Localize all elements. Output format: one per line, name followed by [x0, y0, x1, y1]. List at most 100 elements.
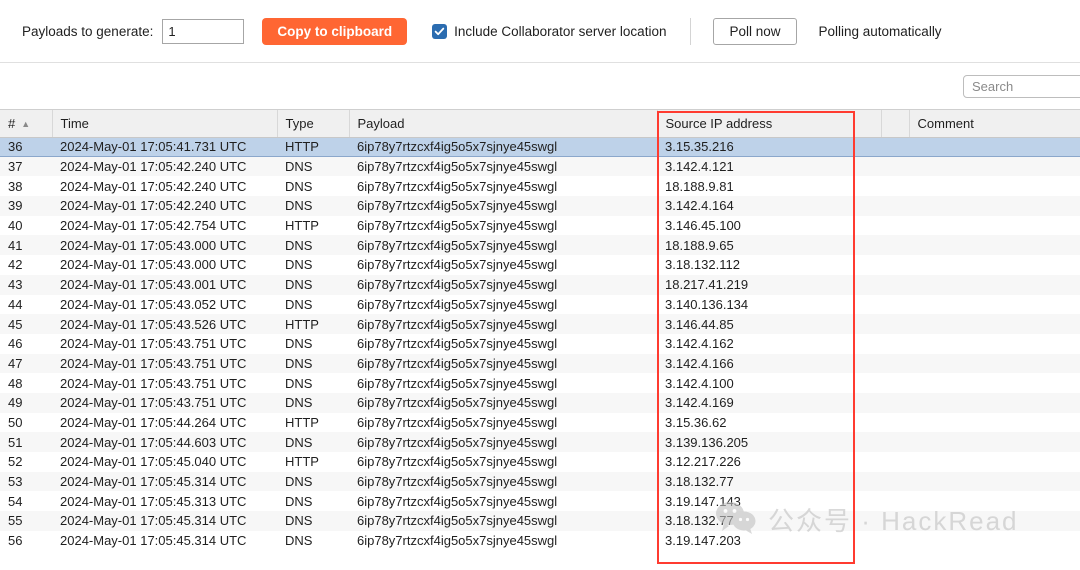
cell-payload: 6ip78y7rtzcxf4ig5o5x7sjnye45swgl — [349, 373, 657, 393]
cell-spacer — [881, 333, 909, 354]
table-row[interactable]: 53 2024-May-01 17:05:45.314 UTC DNS 6ip78y7… — [0, 471, 1080, 492]
cell-type: DNS — [277, 274, 349, 295]
column-header-payload[interactable]: Payload — [349, 110, 658, 138]
cell-num: 46 — [0, 333, 52, 354]
cell-time: 2024-May-01 17:05:44.264 UTC — [52, 412, 277, 433]
table-row[interactable]: 48 2024-May-01 17:05:43.751 UTC DNS 6ip78y7… — [0, 373, 1080, 393]
cell-spacer — [881, 176, 909, 197]
cell-num: 48 — [0, 373, 52, 393]
cell-spacer — [881, 511, 909, 531]
cell-comment — [909, 176, 1080, 197]
cell-num: 38 — [0, 176, 52, 197]
table-row[interactable]: 54 2024-May-01 17:05:45.313 UTC DNS 6ip78y7… — [0, 491, 1080, 512]
cell-comment — [909, 471, 1080, 492]
cell-payload: 6ip78y7rtzcxf4ig5o5x7sjnye45swgl — [349, 452, 657, 472]
cell-ip: 3.15.36.62 — [657, 412, 881, 433]
cell-num: 47 — [0, 353, 52, 374]
table-row[interactable]: 41 2024-May-01 17:05:43.000 UTC DNS 6ip78y7… — [0, 235, 1080, 256]
cell-time: 2024-May-01 17:05:45.040 UTC — [52, 452, 277, 472]
cell-type: HTTP — [277, 215, 349, 236]
cell-ip: 3.142.4.100 — [657, 373, 881, 393]
cell-payload: 6ip78y7rtzcxf4ig5o5x7sjnye45swgl — [349, 314, 657, 334]
cell-time: 2024-May-01 17:05:43.001 UTC — [52, 274, 277, 295]
cell-num: 44 — [0, 294, 52, 315]
cell-type: DNS — [277, 294, 349, 315]
payloads-to-generate-input[interactable] — [162, 18, 245, 44]
cell-payload: 6ip78y7rtzcxf4ig5o5x7sjnye45swgl — [349, 136, 657, 158]
column-header-source-ip[interactable]: Source IP address — [657, 110, 882, 138]
cell-type: HTTP — [277, 314, 349, 334]
table-row[interactable]: 44 2024-May-01 17:05:43.052 UTC DNS 6ip78y7… — [0, 294, 1080, 315]
cell-payload: 6ip78y7rtzcxf4ig5o5x7sjnye45swgl — [349, 392, 657, 413]
table-row[interactable]: 46 2024-May-01 17:05:43.751 UTC DNS 6ip78y7… — [0, 333, 1080, 354]
cell-type: DNS — [277, 333, 349, 354]
cell-type: DNS — [277, 353, 349, 374]
cell-spacer — [881, 196, 909, 216]
cell-comment — [909, 314, 1080, 334]
column-header-comment[interactable]: Comment — [909, 110, 1080, 138]
column-header-type[interactable]: Type — [277, 110, 350, 138]
cell-time: 2024-May-01 17:05:43.751 UTC — [52, 353, 277, 374]
cell-type: DNS — [277, 176, 349, 197]
cell-time: 2024-May-01 17:05:43.751 UTC — [52, 392, 277, 413]
table-row[interactable]: 39 2024-May-01 17:05:42.240 UTC DNS 6ip78y7… — [0, 196, 1080, 216]
cell-spacer — [881, 314, 909, 334]
table-row[interactable]: 56 2024-May-01 17:05:45.314 UTC DNS 6ip78y7… — [0, 530, 1080, 551]
cell-ip: 3.142.4.169 — [657, 392, 881, 413]
cell-payload: 6ip78y7rtzcxf4ig5o5x7sjnye45swgl — [349, 530, 657, 551]
search-input[interactable] — [963, 75, 1080, 98]
cell-payload: 6ip78y7rtzcxf4ig5o5x7sjnye45swgl — [349, 176, 657, 197]
table-row[interactable]: 55 2024-May-01 17:05:45.314 UTC DNS 6ip78y7… — [0, 511, 1080, 531]
cell-type: DNS — [277, 511, 349, 531]
cell-time: 2024-May-01 17:05:41.731 UTC — [52, 136, 277, 158]
cell-type: DNS — [277, 530, 349, 551]
cell-num: 51 — [0, 432, 52, 452]
cell-payload: 6ip78y7rtzcxf4ig5o5x7sjnye45swgl — [349, 274, 657, 295]
table-row[interactable]: 47 2024-May-01 17:05:43.751 UTC DNS 6ip78y7… — [0, 353, 1080, 374]
cell-ip: 3.142.4.121 — [657, 156, 881, 177]
column-header-num[interactable]: # ▲ — [0, 110, 53, 138]
include-collaborator-location-label: Include Collaborator server location — [454, 23, 667, 39]
table-row[interactable]: 40 2024-May-01 17:05:42.754 UTC HTTP 6ip78y… — [0, 215, 1080, 236]
table-row[interactable]: 38 2024-May-01 17:05:42.240 UTC DNS 6ip78y7… — [0, 176, 1080, 197]
table-row[interactable]: 45 2024-May-01 17:05:43.526 UTC HTTP 6ip78y… — [0, 314, 1080, 334]
table-row[interactable]: 51 2024-May-01 17:05:44.603 UTC DNS 6ip78y7… — [0, 432, 1080, 452]
cell-time: 2024-May-01 17:05:42.754 UTC — [52, 215, 277, 236]
cell-payload: 6ip78y7rtzcxf4ig5o5x7sjnye45swgl — [349, 235, 657, 256]
cell-ip: 3.18.132.112 — [657, 255, 881, 275]
table-row[interactable]: 36 2024-May-01 17:05:41.731 UTC HTTP 6ip78y… — [0, 136, 1080, 158]
cell-comment — [909, 373, 1080, 393]
cell-time: 2024-May-01 17:05:42.240 UTC — [52, 196, 277, 216]
cell-comment — [909, 294, 1080, 315]
cell-num: 43 — [0, 274, 52, 295]
column-header-time[interactable]: Time — [52, 110, 278, 138]
payloads-to-generate-label: Payloads to generate: — [22, 23, 154, 39]
table-row[interactable]: 42 2024-May-01 17:05:43.000 UTC DNS 6ip78y7… — [0, 255, 1080, 275]
table-row[interactable]: 49 2024-May-01 17:05:43.751 UTC DNS 6ip78y7… — [0, 392, 1080, 413]
cell-num: 53 — [0, 471, 52, 492]
cell-comment — [909, 511, 1080, 531]
poll-now-button[interactable]: Poll now — [713, 17, 797, 45]
column-header-num-label: # — [8, 115, 16, 131]
interactions-table-container[interactable]: # ▲ Time Type Payload Source IP address C… — [0, 110, 1080, 570]
table-row[interactable]: 43 2024-May-01 17:05:43.001 UTC DNS 6ip78y7… — [0, 274, 1080, 295]
cell-ip: 3.15.35.216 — [657, 136, 881, 158]
cell-time: 2024-May-01 17:05:43.000 UTC — [52, 255, 277, 275]
cell-ip: 3.142.4.166 — [657, 353, 881, 374]
cell-comment — [909, 274, 1080, 295]
include-collaborator-location-checkbox[interactable]: Include Collaborator server location — [432, 23, 667, 39]
cell-type: DNS — [277, 196, 349, 216]
cell-spacer — [881, 274, 909, 295]
table-row[interactable]: 52 2024-May-01 17:05:45.040 UTC HTTP 6ip78y… — [0, 452, 1080, 472]
cell-spacer — [881, 373, 909, 393]
cell-payload: 6ip78y7rtzcxf4ig5o5x7sjnye45swgl — [349, 196, 657, 216]
cell-time: 2024-May-01 17:05:45.313 UTC — [52, 491, 277, 512]
copy-to-clipboard-button[interactable]: Copy to clipboard — [262, 17, 408, 45]
table-row[interactable]: 50 2024-May-01 17:05:44.264 UTC HTTP 6ip78y… — [0, 412, 1080, 433]
table-row[interactable]: 37 2024-May-01 17:05:42.240 UTC DNS 6ip78y7… — [0, 156, 1080, 177]
cell-type: DNS — [277, 156, 349, 177]
cell-num: 37 — [0, 156, 52, 177]
table-body: 36 2024-May-01 17:05:41.731 UTC HTTP 6ip78y… — [0, 136, 1080, 551]
cell-payload: 6ip78y7rtzcxf4ig5o5x7sjnye45swgl — [349, 333, 657, 354]
cell-payload: 6ip78y7rtzcxf4ig5o5x7sjnye45swgl — [349, 353, 657, 374]
